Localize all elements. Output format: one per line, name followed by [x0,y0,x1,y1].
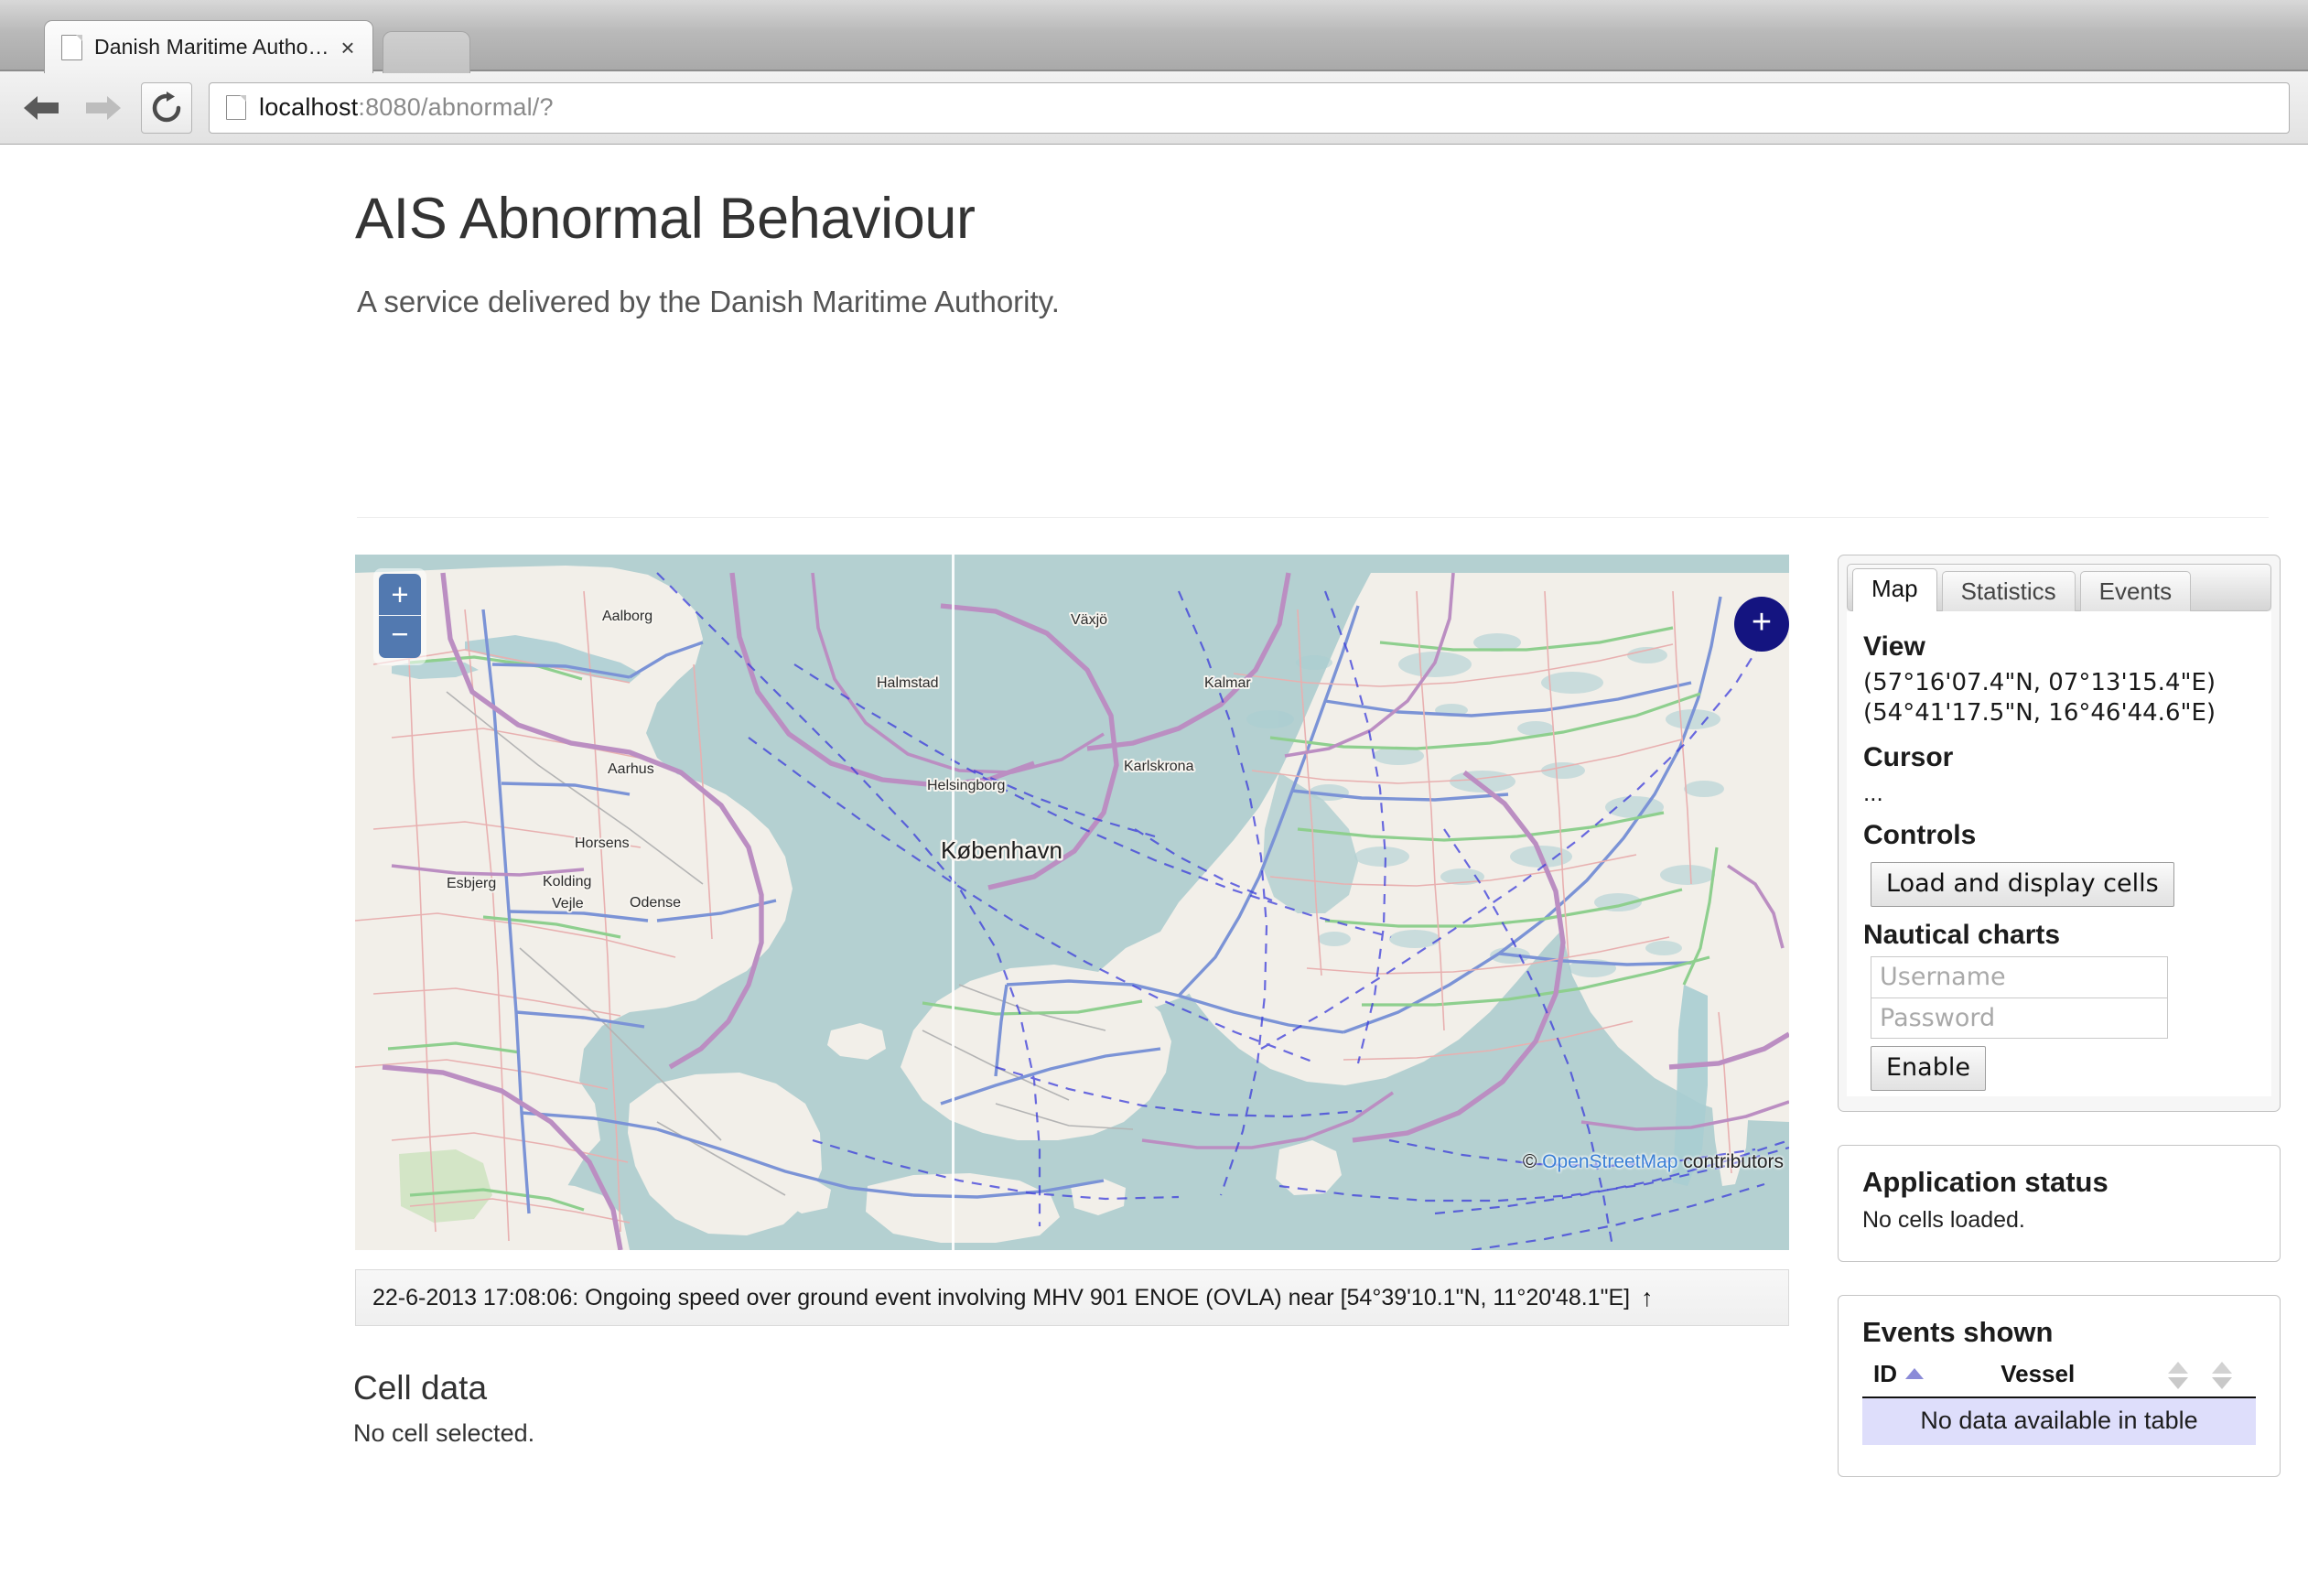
svg-text:Vejle: Vejle [552,896,584,911]
svg-text:Växjö: Växjö [1071,612,1107,628]
table-header-row: ID Vessel [1862,1359,2256,1398]
column-sorter-3[interactable] [2168,1359,2212,1398]
layer-switcher-button[interactable]: + [1734,597,1789,652]
openstreetmap-link[interactable]: OpenStreetMap [1542,1151,1677,1172]
empty-table-message: No data available in table [1862,1396,2256,1445]
map-tiles: .sea { fill:#b4d0d1; } .land { fill:#f2e… [355,555,1789,1250]
view-coord-se: (54°41'17.5"N, 16°46'44.6"E) [1863,699,2216,728]
arrow-left-icon [24,95,59,120]
attribution-copyright-symbol: © [1522,1151,1543,1172]
header-divider [357,517,2269,518]
page-content: AIS Abnormal Behaviour A service deliver… [0,146,2308,1596]
cursor-value: ... [1863,778,1883,806]
cursor-heading: Cursor [1863,741,1954,772]
map-tools-panel: Map Statistics Events View (57°16'07.4"N… [1838,555,2281,1112]
zoom-out-button[interactable]: − [379,616,421,658]
enable-button[interactable]: Enable [1871,1045,1986,1091]
sidebar-tab-strip: Map Statistics Events [1847,564,2271,611]
svg-text:Aalborg: Aalborg [602,609,652,624]
zoom-in-button[interactable]: + [379,574,421,616]
application-status-panel: Application status No cells loaded. [1838,1144,2281,1262]
cell-data-heading: Cell data [353,1369,488,1407]
application-status-text: No cells loaded. [1862,1206,2025,1233]
browser-toolbar: localhost:8080/abnormal/? [0,71,2308,145]
page-subtitle: A service delivered by the Danish Mariti… [357,285,1060,318]
url-path: :8080/abnormal/? [358,93,554,121]
svg-text:Aarhus: Aarhus [608,761,654,777]
new-tab-button[interactable] [383,31,470,73]
tab-statistics[interactable]: Statistics [1941,571,2076,611]
close-icon[interactable]: × [332,32,363,63]
column-header-vessel[interactable]: Vessel [2001,1359,2168,1398]
tab-map[interactable]: Map [1852,568,1937,611]
svg-text:København: København [941,836,1062,864]
svg-text:Esbjerg: Esbjerg [447,876,496,891]
svg-text:Helsingborg: Helsingborg [927,778,1005,793]
svg-text:Kalmar: Kalmar [1204,675,1251,691]
address-bar[interactable]: localhost:8080/abnormal/? [209,81,2290,134]
svg-text:Odense: Odense [630,895,681,911]
controls-heading: Controls [1863,819,1977,850]
url-host: localhost [259,93,359,121]
forward-button[interactable] [79,84,126,132]
events-table-body: No data available in table [1862,1396,2256,1445]
column-header-vessel-label: Vessel [2001,1360,2076,1388]
reload-icon [152,91,181,122]
load-and-display-cells-button[interactable]: Load and display cells [1871,861,2174,907]
cell-data-text: No cell selected. [353,1419,535,1447]
password-input[interactable] [1871,997,2168,1039]
username-input[interactable] [1871,955,2168,998]
address-bar-url: localhost:8080/abnormal/? [259,93,554,122]
view-heading: View [1863,631,1925,662]
reload-button[interactable] [141,81,192,134]
arrow-up-icon[interactable]: ↑ [1641,1285,1654,1310]
page-title: AIS Abnormal Behaviour [355,187,976,251]
application-status-heading: Application status [1862,1165,2108,1198]
svg-text:Halmstad: Halmstad [877,675,939,691]
back-button[interactable] [18,84,66,132]
browser-tab-strip: Danish Maritime Authority × [0,0,2308,73]
arrow-right-icon [86,95,121,120]
events-shown-panel: Events shown ID Vessel No data available… [1838,1294,2281,1477]
view-coord-nw: (57°16'07.4"N, 07°13'15.4"E) [1863,669,2216,696]
sort-ascending-icon [1905,1368,1924,1380]
site-favicon-icon [226,95,246,120]
map-tab-panel: View (57°16'07.4"N, 07°13'15.4"E) (54°41… [1847,611,2271,1096]
attribution-suffix: contributors [1677,1151,1784,1172]
column-sorter-4[interactable] [2212,1359,2256,1398]
map-viewport[interactable]: .sea { fill:#b4d0d1; } .land { fill:#f2e… [355,555,1789,1250]
svg-text:Karlskrona: Karlskrona [1124,759,1194,774]
browser-window: Danish Maritime Authority × localhost:80… [0,0,2308,1596]
event-status-text: 22-6-2013 17:08:06: Ongoing speed over g… [372,1284,1631,1310]
svg-text:Horsens: Horsens [575,836,630,851]
sort-both-icon-2 [2212,1361,2232,1389]
browser-tab-title: Danish Maritime Authority [94,35,332,59]
svg-text:Kolding: Kolding [543,874,591,890]
map-attribution: © OpenStreetMap contributors [1523,1151,1784,1173]
browser-tab[interactable]: Danish Maritime Authority × [44,20,373,73]
column-header-id-label: ID [1873,1360,1897,1388]
sidebar: Map Statistics Events View (57°16'07.4"N… [1838,555,2281,1477]
page-favicon-icon [61,34,82,60]
map-zoom-control[interactable]: + − [373,568,426,665]
sort-both-icon [2168,1361,2188,1389]
nautical-charts-heading: Nautical charts [1863,919,2061,950]
events-shown-heading: Events shown [1862,1315,2054,1348]
events-table: ID Vessel No data available in table [1862,1359,2256,1445]
tab-events[interactable]: Events [2079,571,2192,611]
event-status-bar[interactable]: 22-6-2013 17:08:06: Ongoing speed over g… [355,1269,1789,1326]
table-row-empty: No data available in table [1862,1396,2256,1445]
column-header-id[interactable]: ID [1862,1359,2001,1398]
